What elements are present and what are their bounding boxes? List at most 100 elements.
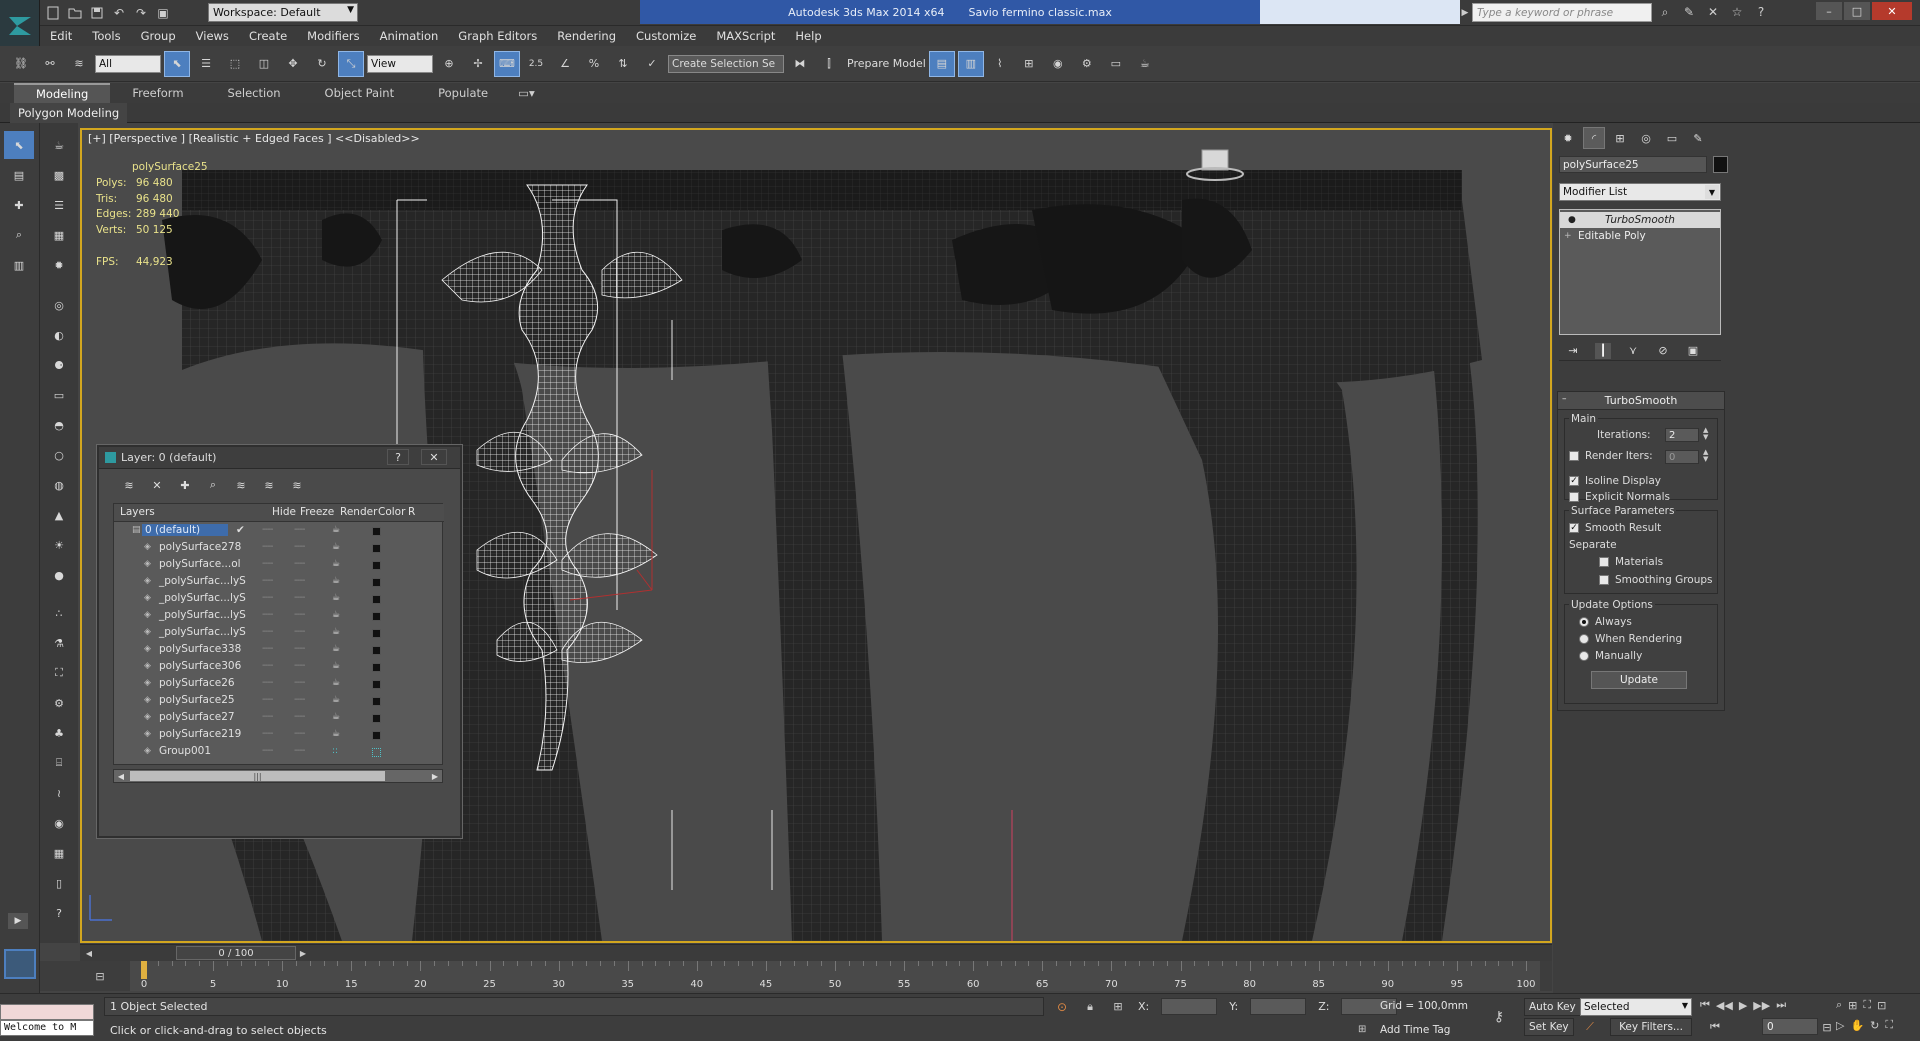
new-layer-icon[interactable]: ≋ (119, 475, 139, 495)
viewport-label[interactable]: [+] [Perspective ] [Realistic + Edged Fa… (88, 132, 420, 145)
light-icon[interactable]: ✹ (44, 251, 74, 279)
open-file-icon[interactable] (66, 4, 84, 22)
orbit-icon[interactable]: ↻ (1870, 1019, 1879, 1032)
remove-modifier-icon[interactable]: ⊘ (1655, 343, 1671, 359)
project-folder-icon[interactable]: ▣ (154, 4, 172, 22)
pivot-center-icon[interactable]: ⊕ (436, 51, 462, 77)
hide-toggle[interactable]: ---- (262, 575, 273, 586)
minimize-icon[interactable]: – (1816, 2, 1842, 20)
calculator-icon[interactable]: ▦ (44, 839, 74, 867)
object-name-field[interactable]: polySurface25 (1559, 156, 1707, 173)
render-teapot-icon[interactable]: ☕ (332, 593, 340, 603)
stairs-icon[interactable]: ⌸ (44, 749, 74, 777)
layer-row[interactable]: ◈ polySurface338 ---- ---- ☕ (114, 642, 444, 659)
hide-toggle[interactable]: ---- (262, 694, 273, 705)
go-to-end-icon[interactable]: ⏭ (1776, 998, 1786, 1012)
track-bar[interactable]: ⊟ 0 5 10 15 20 25 30 35 40 45 50 55 60 65 70 75 80 85 90 95… (40, 961, 1552, 991)
render-setup-icon[interactable]: ⚙ (1074, 51, 1100, 77)
render-teapot-icon[interactable]: ☕ (332, 644, 340, 654)
zoom-extents-all-icon[interactable]: ⊡ (1877, 999, 1886, 1012)
zoom-extents-icon[interactable]: ⛶ (1863, 998, 1871, 1012)
render-teapot-icon[interactable]: ☕ (332, 695, 340, 705)
menu-tools[interactable]: Tools (82, 29, 130, 43)
layer-row[interactable]: ◈ polySurface219 ---- ---- ☕ (114, 727, 444, 744)
rendered-frame-icon[interactable]: ▭ (1103, 51, 1129, 77)
plant-icon[interactable]: ♣ (44, 719, 74, 747)
layer-row[interactable]: ◈ _polySurfac...lyS ---- ---- ☕ (114, 625, 444, 642)
current-frame-field[interactable]: 0 (1762, 1018, 1818, 1035)
menu-views[interactable]: Views (186, 29, 239, 43)
layer-color-swatch[interactable] (372, 578, 381, 587)
hide-unhide-all-icon[interactable]: ≋ (259, 475, 279, 495)
hide-toggle[interactable]: ---- (262, 626, 273, 637)
help-button[interactable]: ? (387, 449, 409, 465)
render-teapot-icon[interactable]: ☕ (332, 576, 340, 586)
render-teapot-icon[interactable]: ☕ (332, 712, 340, 722)
menu-maxscript[interactable]: MAXScript (706, 29, 785, 43)
prepare-model-button[interactable]: Prepare Model (847, 57, 926, 70)
hide-toggle[interactable]: ---- (262, 558, 273, 569)
expand-plus-icon[interactable]: + (1564, 231, 1572, 241)
hide-toggle[interactable]: ---- (262, 524, 273, 535)
redo-icon[interactable]: ↷ (132, 4, 150, 22)
layer-color-swatch[interactable] (372, 663, 381, 672)
show-end-result-icon[interactable]: ┃ (1595, 342, 1611, 359)
helper-icon[interactable]: ⚈ (44, 351, 74, 379)
col-freeze[interactable]: Freeze (300, 506, 334, 518)
highlight-selected-icon[interactable]: ≋ (231, 475, 251, 495)
bind-spacewarp-icon[interactable]: ≋ (66, 51, 92, 77)
add-to-layer-icon[interactable]: ✚ (175, 475, 195, 495)
layer-explorer-icon[interactable]: ▤ (4, 161, 34, 189)
audio-icon[interactable]: ◐ (44, 321, 74, 349)
explicit-normals-checkbox[interactable] (1569, 492, 1579, 502)
save-file-icon[interactable] (88, 4, 106, 22)
select-by-name-icon[interactable]: ☰ (193, 51, 219, 77)
camera-icon[interactable]: ◎ (44, 291, 74, 319)
manually-radio[interactable] (1579, 651, 1589, 661)
when-rendering-radio[interactable] (1579, 634, 1589, 644)
hide-toggle[interactable]: ---- (262, 660, 273, 671)
spinner-arrows-icon[interactable]: ▲ ▼ (1703, 427, 1708, 441)
layer-color-swatch[interactable] (372, 646, 381, 655)
layer-color-swatch[interactable] (372, 595, 381, 604)
hide-toggle[interactable]: ---- (262, 643, 273, 654)
spinner-snap-icon[interactable]: ⇅ (610, 51, 636, 77)
layer-color-swatch[interactable] (372, 680, 381, 689)
graphite-ribbon-icon[interactable]: ▥ (957, 50, 984, 77)
modifier-list-dropdown[interactable]: Modifier List ▼ (1559, 183, 1721, 201)
isoline-display-checkbox[interactable]: ✓ (1569, 476, 1579, 486)
ball-icon[interactable]: ◉ (44, 809, 74, 837)
hide-toggle[interactable]: ---- (262, 541, 273, 552)
layer-row-default[interactable]: ▤ 0 (default) ✔ ---- ---- ☕ (114, 523, 444, 540)
curve-editor-icon[interactable]: ⌇ (987, 51, 1013, 77)
layer-row[interactable]: ◈ polySurface278 ---- ---- ☕ (114, 540, 444, 557)
render-iters-spinner[interactable]: 0 (1665, 450, 1699, 464)
default-in-out-tangent-icon[interactable]: ⟋ (1580, 1018, 1600, 1036)
tab-object-paint[interactable]: Object Paint (303, 83, 417, 103)
layer-row[interactable]: ◈ _polySurfac...lyS ---- ---- ☕ (114, 574, 444, 591)
go-to-start-icon[interactable]: ⏮ (1700, 998, 1710, 1012)
dynamics-icon[interactable]: ⚗ (44, 629, 74, 657)
layer-manager-icon[interactable]: ▤ (928, 50, 955, 77)
dome-icon[interactable]: ◓ (44, 411, 74, 439)
render-iters-checkbox[interactable] (1569, 451, 1579, 461)
link-icon[interactable]: ⛓ (8, 51, 34, 77)
grid-icon[interactable]: ▦ (44, 221, 74, 249)
current-layer-check-icon[interactable]: ✔ (236, 524, 245, 536)
help-circle-icon[interactable]: ? (44, 899, 74, 927)
hide-toggle[interactable]: ---- (262, 728, 273, 739)
edit-named-selection-icon[interactable]: ✓ (639, 51, 665, 77)
mini-curve-editor-icon[interactable]: ⊟ (90, 967, 110, 985)
smoothing-groups-checkbox[interactable] (1599, 575, 1609, 585)
teapot-icon[interactable]: ☕ (44, 131, 74, 159)
auto-key-button[interactable]: Auto Key (1524, 998, 1581, 1016)
layer-color-swatch[interactable] (372, 731, 381, 740)
render-teapot-icon[interactable]: ☕ (332, 678, 340, 688)
schematic-view-icon[interactable]: ⊞ (1016, 51, 1042, 77)
render-teapot-icon[interactable]: ☕ (332, 661, 340, 671)
viewport-layout-icon[interactable] (4, 949, 36, 979)
object-color-swatch[interactable] (1713, 156, 1728, 173)
move-icon[interactable]: ✥ (280, 51, 306, 77)
maxscript-welcome[interactable]: Welcome to M (0, 1020, 94, 1036)
iterations-spinner[interactable]: 2 (1665, 428, 1699, 442)
